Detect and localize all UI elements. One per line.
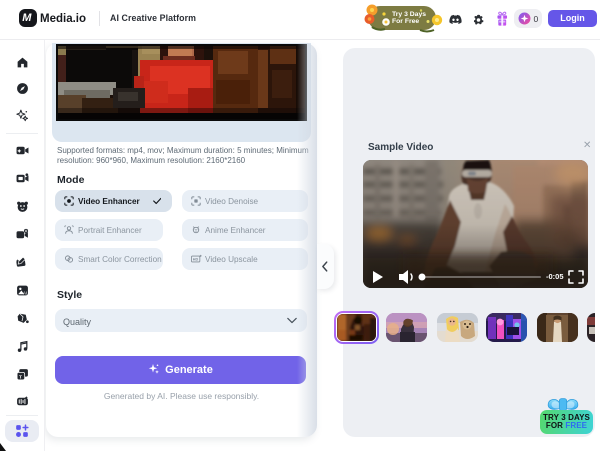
svg-text:HD: HD (193, 258, 199, 262)
svg-text:T: T (19, 375, 22, 381)
svg-text:AI: AI (23, 290, 27, 295)
